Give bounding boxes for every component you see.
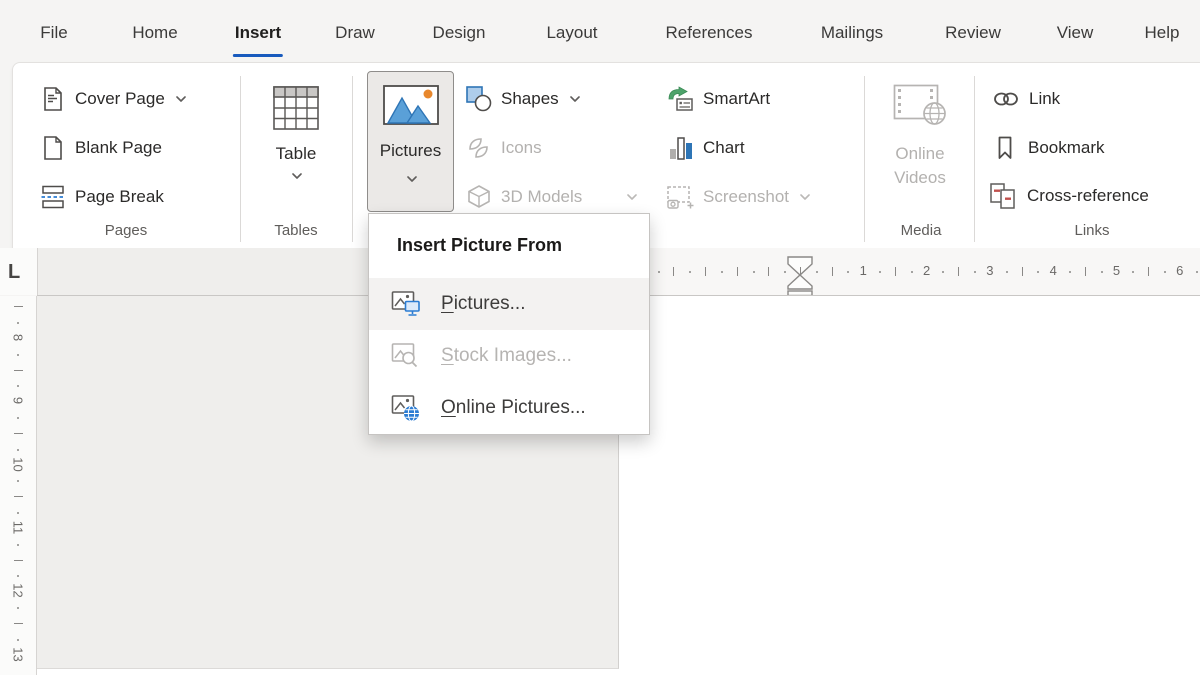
tab-file[interactable]: File [40,16,67,50]
tab-mailings[interactable]: Mailings [821,16,883,50]
online-videos-label: Online Videos [888,142,952,190]
chevron-down-icon [627,194,637,200]
3d-models-label: 3D Models [501,187,582,207]
chart-icon [668,135,694,161]
cover-page-label: Cover Page [75,89,165,109]
page-break-icon [40,184,66,210]
table-label: Table [276,144,317,164]
shapes-button[interactable]: Shapes [466,84,580,114]
table-button[interactable]: Table [264,84,328,179]
cover-page-icon [40,86,66,112]
3d-models-button[interactable]: 3D Models [466,182,637,212]
tab-selector[interactable]: L [8,261,20,284]
cross-reference-label: Cross-reference [1027,186,1149,206]
chevron-down-icon [407,176,417,182]
page-break-button[interactable]: Page Break [40,182,164,212]
bookmark-label: Bookmark [1028,138,1105,158]
blank-page-button[interactable]: Blank Page [40,133,162,163]
tables-group-label: Tables [274,222,317,239]
page-break-label: Page Break [75,187,164,207]
cross-reference-button[interactable]: Cross-reference [988,181,1149,211]
screenshot-label: Screenshot [703,187,789,207]
dropdown-title: Insert Picture From [397,235,649,256]
insert-picture-dropdown: Insert Picture From Pictures... Stock Im… [368,213,650,435]
dropdown-item-pictures[interactable]: Pictures... [369,278,649,330]
media-group-label: Media [901,222,942,239]
link-icon [992,89,1020,109]
menu-bar: File Home Insert Draw Design Layout Refe… [0,0,1200,62]
tab-insert[interactable]: Insert [235,16,281,50]
indent-marker[interactable] [786,256,814,296]
icons-icon [466,135,492,161]
tab-layout[interactable]: Layout [546,16,597,50]
group-separator [240,76,241,242]
tab-design[interactable]: Design [433,16,486,50]
link-label: Link [1029,89,1060,109]
links-group-label: Links [1074,222,1109,239]
chevron-down-icon [570,96,580,102]
dropdown-item-stock-images[interactable]: Stock Images... [369,330,649,382]
bookmark-button[interactable]: Bookmark [996,133,1105,163]
v-ruler: 8910111213 [0,296,37,675]
pictures-from-device-icon [391,290,421,318]
3d-models-icon [466,184,492,210]
icons-label: Icons [501,138,542,158]
chevron-down-icon [800,194,810,200]
dropdown-item-label: Online Pictures... [441,397,586,419]
smartart-label: SmartArt [703,89,770,109]
shapes-label: Shapes [501,89,559,109]
chart-button[interactable]: Chart [668,133,745,163]
group-separator [352,76,353,242]
smartart-button[interactable]: SmartArt [666,84,770,114]
tab-references[interactable]: References [666,16,753,50]
ruler-corner: L [0,248,38,295]
shapes-icon [466,86,492,112]
online-pictures-icon [391,394,421,422]
tab-review[interactable]: Review [945,16,1001,50]
dropdown-item-label: Stock Images... [441,345,572,367]
tab-view[interactable]: View [1057,16,1094,50]
group-separator [974,76,975,242]
tab-draw[interactable]: Draw [335,16,375,50]
chart-label: Chart [703,138,745,158]
blank-page-icon [40,135,66,161]
tab-help[interactable]: Help [1145,16,1180,50]
smartart-icon [666,86,694,112]
pictures-icon [382,83,440,129]
group-separator [864,76,865,242]
h-ruler: 123456 [650,248,1200,296]
pictures-button[interactable]: Pictures [367,71,454,212]
pictures-label: Pictures [380,141,441,161]
link-button[interactable]: Link [992,84,1060,114]
pages-group-label: Pages [105,222,148,239]
blank-page-label: Blank Page [75,138,162,158]
stock-images-icon [391,342,421,370]
table-icon [272,84,320,132]
icons-button[interactable]: Icons [466,133,542,163]
chevron-down-icon [292,173,302,179]
screenshot-icon [666,184,694,210]
chevron-down-icon [176,96,186,102]
tab-home[interactable]: Home [132,16,177,50]
online-videos-icon [893,84,947,126]
screenshot-button[interactable]: Screenshot [666,182,810,212]
bookmark-icon [996,135,1014,161]
dropdown-item-online-pictures[interactable]: Online Pictures... [369,382,649,434]
online-videos-button[interactable]: Online Videos [880,84,960,190]
cover-page-button[interactable]: Cover Page [40,84,186,114]
dropdown-item-label: Pictures... [441,293,526,315]
cross-reference-icon [988,182,1018,210]
